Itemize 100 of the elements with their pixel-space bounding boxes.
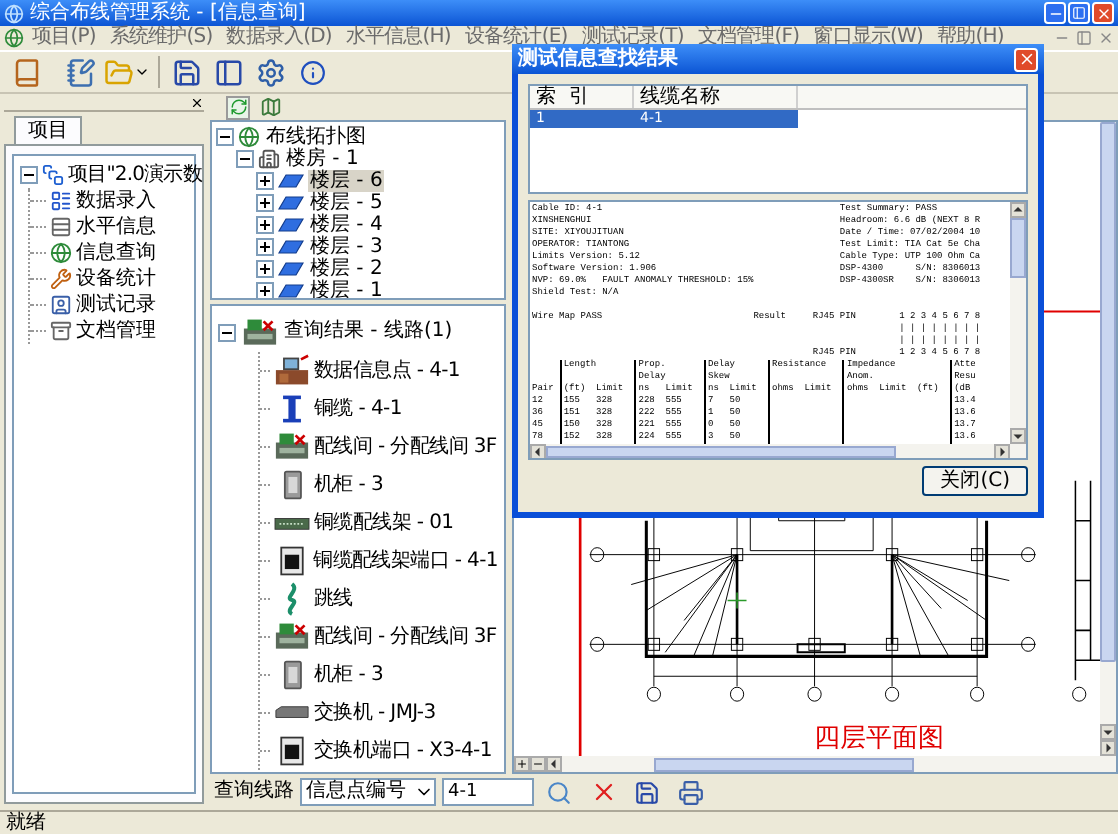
tree-item[interactable]: 铜缆 - 4-1 (314, 397, 402, 421)
scroll-thumb[interactable] (546, 445, 896, 457)
expand-icon[interactable] (256, 172, 274, 190)
tree-item[interactable]: 项目"2.0演示数 (68, 163, 202, 187)
tree-item[interactable]: 设备统计 (76, 267, 156, 291)
folder-icon (104, 57, 134, 87)
wrench-icon (50, 268, 72, 290)
tree-item[interactable]: 铜缆配线架端口 - 4-1 (313, 549, 498, 573)
window-title: 综合布线管理系统 - [信息查询] (30, 1, 306, 25)
close-button[interactable] (1092, 2, 1114, 24)
search-field[interactable]: 4-1 (442, 778, 534, 806)
restore-icon[interactable] (1076, 30, 1092, 46)
close-icon[interactable] (190, 95, 204, 109)
close-icon (1017, 50, 1035, 68)
tree-item[interactable]: 机柜 - 3 (314, 473, 384, 497)
collapse-icon[interactable] (218, 323, 236, 341)
scroll-up-icon[interactable] (1010, 202, 1026, 218)
scroll-thumb[interactable] (654, 757, 914, 771)
close-dialog-button[interactable]: 关闭(C) (922, 466, 1028, 496)
floor-slab-icon (278, 284, 304, 298)
drawing-caption: 四层平面图 (814, 726, 944, 754)
tree-item[interactable]: 楼层 - 3 (308, 236, 385, 258)
tree-item[interactable]: 信息查询 (76, 241, 156, 265)
zoom-out-button[interactable] (530, 756, 546, 772)
scroll-right-icon[interactable] (994, 443, 1010, 458)
vertical-scrollbar[interactable] (1010, 202, 1026, 458)
save-icon (634, 779, 660, 805)
refresh-icon (229, 98, 247, 116)
tree-item[interactable]: 楼层 - 2 (308, 258, 385, 280)
menu-item[interactable]: 文档管理(F) (691, 26, 806, 50)
horizontal-scrollbar[interactable] (514, 756, 1116, 772)
menu-item[interactable]: 系统维护(S) (103, 26, 219, 50)
menu-app-icon (4, 28, 24, 48)
column-header[interactable]: 索 引 (530, 86, 634, 108)
zoom-in-button[interactable] (514, 756, 530, 772)
book-icon (12, 57, 42, 87)
map-button[interactable] (258, 95, 282, 119)
menu-item[interactable]: 窗口显示(W) (807, 26, 930, 50)
expand-icon[interactable] (256, 282, 274, 298)
restore-button[interactable] (1068, 2, 1090, 24)
tree-item[interactable]: 跳线 (314, 587, 353, 611)
horizontal-scrollbar[interactable] (530, 444, 1010, 458)
tab[interactable]: 项目 (14, 116, 82, 144)
tree-item[interactable]: 数据信息点 - 4-1 (314, 359, 460, 383)
collapse-icon[interactable] (20, 166, 38, 184)
menu-item[interactable]: 水平信息(H) (339, 26, 457, 50)
tree-item[interactable]: 配线间 - 分配线间 3F (314, 625, 497, 649)
refresh-button[interactable] (226, 95, 250, 119)
floor-slab-icon (278, 262, 304, 276)
globe-icon (50, 242, 72, 264)
close-button[interactable] (1014, 47, 1038, 71)
menu-item[interactable]: 帮助(H) (931, 26, 1010, 50)
collapse-icon[interactable] (236, 150, 254, 168)
scroll-right-icon[interactable] (1100, 740, 1116, 756)
expand-icon[interactable] (256, 194, 274, 212)
tree-item[interactable]: 楼房 - 1 (284, 148, 361, 170)
collapse-icon[interactable] (216, 128, 234, 146)
settings-button[interactable] (252, 53, 290, 91)
menu-item[interactable]: 数据录入(D) (220, 26, 338, 50)
tree-item[interactable]: 水平信息 (76, 215, 156, 239)
floor-slab-icon (278, 240, 304, 254)
notepad-button[interactable] (62, 53, 100, 91)
print-icon (678, 779, 704, 805)
tree-item[interactable]: 铜缆配线架 - 01 (314, 511, 454, 535)
rows-icon (50, 216, 72, 238)
scroll-down-icon[interactable] (1100, 724, 1116, 740)
scroll-down-icon[interactable] (1010, 428, 1026, 444)
expand-icon[interactable] (256, 238, 274, 256)
scroll-left-icon[interactable] (530, 443, 546, 458)
scroll-left-icon[interactable] (546, 756, 562, 772)
tree-item[interactable]: 布线拓扑图 (264, 126, 368, 148)
tree-item[interactable]: 交换机 - JMJ-3 (314, 701, 436, 725)
minimize-button[interactable] (1044, 2, 1066, 24)
tree-item[interactable]: 文档管理 (76, 319, 156, 343)
tree-item[interactable]: 楼层 - 4 (308, 214, 385, 236)
dropdown-field[interactable]: 信息点编号 (300, 778, 436, 806)
query-label: 查询线路 (214, 780, 294, 804)
map-icon (259, 96, 281, 118)
menu-item[interactable]: 项目(P) (26, 26, 102, 50)
menu-item[interactable]: 设备统计(E) (458, 26, 574, 50)
tree-item[interactable]: 配线间 - 分配线间 3F (314, 435, 497, 459)
tree-item[interactable]: 交换机端口 - X3-4-1 (314, 739, 492, 763)
panel-icon (214, 57, 244, 87)
search-icon (546, 779, 572, 805)
tree-item[interactable]: 查询结果 - 线路(1) (284, 320, 453, 344)
tree-item[interactable]: 测试记录 (76, 293, 156, 317)
menu-item[interactable]: 测试记录(T) (575, 26, 690, 50)
close-icon (1095, 5, 1111, 21)
tree-item[interactable]: 数据录入 (76, 189, 156, 213)
globe-icon (238, 126, 260, 148)
building-icon (258, 148, 280, 170)
app-icon (4, 3, 24, 23)
list-icon (50, 190, 72, 212)
expand-icon[interactable] (256, 260, 274, 278)
column-header[interactable]: 线缆名称 (634, 86, 798, 108)
expand-icon[interactable] (256, 216, 274, 234)
tree-item[interactable]: 楼层 - 6 (308, 170, 385, 192)
tree-item[interactable]: 机柜 - 3 (314, 663, 384, 687)
tree-item[interactable]: 楼层 - 5 (308, 192, 385, 214)
scroll-thumb[interactable] (1010, 218, 1026, 278)
